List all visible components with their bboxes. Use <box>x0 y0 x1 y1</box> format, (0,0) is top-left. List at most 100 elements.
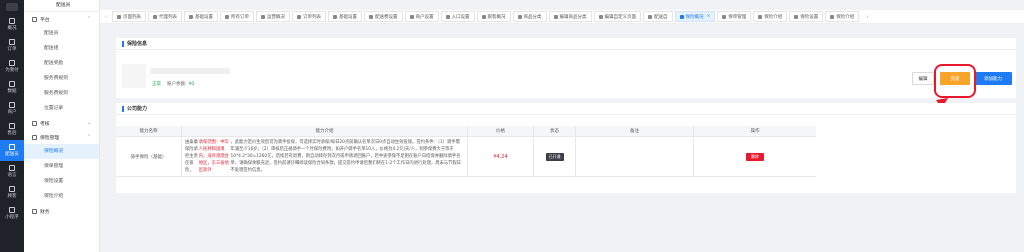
tab-icon <box>445 14 450 19</box>
tab[interactable]: 编辑自定义页面 <box>593 11 641 22</box>
add-capacity-button[interactable]: 添加能力 <box>974 72 1012 85</box>
menu-item[interactable]: 保险设置 <box>24 174 99 189</box>
capacity-table: 能力名称 能力介绍 价格 状态 备注 操作 骑手保险（基础） 由泰康保险承担主责… <box>116 126 1016 177</box>
tab-icon <box>409 14 414 19</box>
sidebar-nav-item[interactable]: 概况 <box>0 14 24 35</box>
finance-icon <box>32 208 37 214</box>
menu-item[interactable]: 服务费规则 <box>24 71 99 86</box>
icon-sidebar: 概况 订单 为我付 数据 商户 售后 配送员 语言 顾客 小程序 <box>0 0 24 252</box>
tab[interactable]: 保险设置 <box>789 11 824 22</box>
tab[interactable]: 跟客概况 <box>476 11 511 22</box>
tab-icon <box>481 14 486 19</box>
table-header: 操作 <box>694 126 816 137</box>
menu-group-insurance[interactable]: 保险管理 ⌃ <box>24 130 99 144</box>
sidebar-nav-item[interactable]: 小程序 <box>0 203 24 224</box>
menu-item[interactable]: 配送员 <box>24 26 99 41</box>
sidebar-nav-item[interactable]: 数据 <box>0 77 24 98</box>
tab[interactable]: 保险概况 × <box>674 11 716 22</box>
app-logo <box>0 0 24 14</box>
menu-group-finance[interactable]: 财务 <box>24 204 99 218</box>
chevron-up-icon: ⌃ <box>86 16 91 22</box>
tab-icon <box>758 14 763 19</box>
table-header: 备注 <box>576 126 694 137</box>
insurance-thumbnail <box>122 64 146 88</box>
company-capacity-title: 公司能力 <box>116 103 1016 115</box>
tab-icon <box>261 14 265 19</box>
delete-button[interactable]: 删除 <box>746 152 764 161</box>
tab[interactable]: 保险介绍 <box>753 11 788 22</box>
insurance-info-panel: 保险信息 正常 账户余额: ¥0 编辑 充值 添加能力 <box>116 38 1016 98</box>
table-row: 骑手保险（基础） 由泰康保险承担主责任保险， 承保范围：中华人民共和国境内，海外港… <box>116 137 1016 177</box>
menu-item[interactable]: 保险概况 <box>24 144 99 159</box>
tab-scroll-right-icon[interactable]: › <box>861 14 873 20</box>
insurance-name-placeholder <box>150 68 230 74</box>
sidebar-nav-item[interactable]: 顾客 <box>0 182 24 203</box>
tab-icon <box>225 14 229 19</box>
sidebar-nav-item[interactable]: 配送员 <box>0 140 24 161</box>
menu-item[interactable]: 位置记录 <box>24 101 99 116</box>
order-icon <box>9 39 15 45</box>
tab[interactable]: 代理列表 <box>148 11 182 22</box>
sidebar-nav-item[interactable]: 订单 <box>0 35 24 56</box>
tab-scroll-left-icon[interactable]: ‹ <box>100 14 112 20</box>
table-header-row: 能力名称 能力介绍 价格 状态 备注 操作 <box>116 126 1016 137</box>
tab-icon <box>830 14 835 19</box>
tab-icon <box>333 14 337 19</box>
menu-group-assess[interactable]: 考核 ⌄ <box>24 116 99 130</box>
status-badge: 正常 <box>152 82 161 87</box>
tab-icon <box>517 14 522 19</box>
tab[interactable]: 订单列表 <box>292 11 326 22</box>
capacity-action-cell: 删除 <box>694 137 816 177</box>
tab[interactable]: 配送费设置 <box>364 11 403 22</box>
close-icon[interactable]: × <box>707 14 711 19</box>
tab-icon <box>117 14 121 19</box>
account-balance: 账户余额: ¥0 <box>167 82 195 87</box>
menu-item[interactable]: 保单管理 <box>24 159 99 174</box>
tab[interactable]: 运营概况 <box>256 11 290 22</box>
menu-item[interactable]: 服务费规则 <box>24 86 99 101</box>
tab[interactable]: 编辑商品分类 <box>548 11 592 22</box>
chevron-up-icon: ⌃ <box>86 134 91 140</box>
pay-icon <box>9 60 15 66</box>
sidebar-nav-item[interactable]: 售后 <box>0 119 24 140</box>
miniapp-icon <box>9 207 15 213</box>
capacity-description: 由泰康保险承担主责任保险， 承保范围：中华人民共和国境内，海外港澳台地区，东三省地… <box>182 137 468 177</box>
menu-header: 配送员 <box>24 0 99 12</box>
table-header: 价格 <box>468 126 534 137</box>
menu-item[interactable]: 配送组 <box>24 41 99 56</box>
customer-icon <box>9 186 15 192</box>
menu-item[interactable]: 保险介绍 <box>24 189 99 204</box>
sidebar-nav-item[interactable]: 为我付 <box>0 56 24 77</box>
tab-icon <box>369 14 373 19</box>
tab[interactable]: 保险介绍 <box>825 11 860 22</box>
tab-icon <box>794 14 799 19</box>
tab[interactable]: 基础设置 <box>184 11 218 22</box>
tab-icon <box>598 14 603 19</box>
sidebar-nav-item[interactable]: 语言 <box>0 161 24 182</box>
table-header: 能力名称 <box>116 126 182 137</box>
status-badge: 已开通 <box>545 152 564 161</box>
tab[interactable]: 保单管理 <box>717 11 752 22</box>
menu-item[interactable]: 配送奖励 <box>24 56 99 71</box>
platform-icon <box>32 16 37 22</box>
chevron-down-icon: ⌄ <box>86 120 91 126</box>
sidebar-nav-item[interactable]: 商户 <box>0 98 24 119</box>
capacity-price-cell: ¥4.24 <box>468 137 534 177</box>
capacity-note <box>576 137 694 177</box>
edit-button[interactable]: 编辑 <box>912 72 934 85</box>
tab[interactable]: 所有订单 <box>220 11 254 22</box>
tab-icon <box>648 14 652 19</box>
menu-group-platform[interactable]: 平台 ⌃ <box>24 12 99 26</box>
tab[interactable]: 页面列表 <box>112 11 146 22</box>
language-icon <box>9 165 15 171</box>
data-icon <box>9 81 15 87</box>
side-menu: 配送员 平台 ⌃ 配送员 配送组 配送奖励 服务费规则 服务费规则 位置记录 考核 ⌄ 保险管… <box>24 0 100 252</box>
tab-icon <box>722 14 727 19</box>
tab[interactable]: 商品分类 <box>512 11 547 22</box>
tab[interactable]: 入口设置 <box>440 11 475 22</box>
table-header: 状态 <box>534 126 576 137</box>
tab[interactable]: 基础设置 <box>328 11 362 22</box>
assess-icon <box>32 120 37 126</box>
tab[interactable]: 商户设置 <box>404 11 439 22</box>
tab[interactable]: 配送自 <box>643 11 673 22</box>
